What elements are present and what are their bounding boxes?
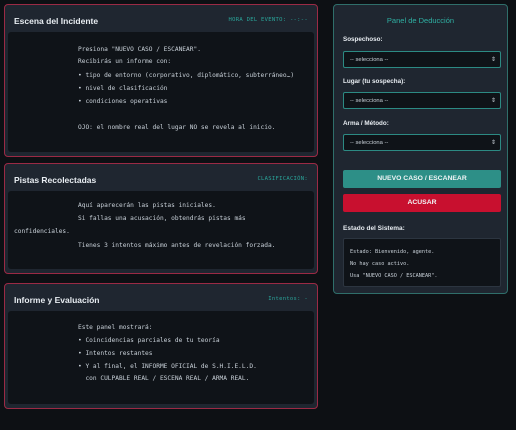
scene-title: Escena del Incidente xyxy=(14,16,99,26)
report-line: • Coincidencias parciales de tu teoría xyxy=(78,337,220,344)
place-select[interactable]: -- selecciona -- ⇕ xyxy=(343,92,501,109)
scene-line: Recibirás un informe con: xyxy=(78,58,172,65)
clues-line: Aquí aparecerán las pistas iniciales. xyxy=(78,202,216,209)
attempts-label: Intentos: - xyxy=(268,296,308,302)
status-line: No hay caso activo. xyxy=(350,261,410,267)
report-line: con CULPABLE REAL / ESCENA REAL / ARMA R… xyxy=(78,375,250,382)
chevron-updown-icon: ⇕ xyxy=(490,57,496,63)
weapon-label: Arma / Método: xyxy=(343,120,389,127)
deduction-panel: Panel de Deducción Sospechoso: -- selecc… xyxy=(333,4,508,294)
chevron-updown-icon: ⇕ xyxy=(490,140,496,146)
place-select-value: -- selecciona -- xyxy=(350,98,389,104)
accuse-button[interactable]: ACUSAR xyxy=(343,194,501,212)
report-line: • Intentos restantes xyxy=(78,350,153,357)
weapon-select-value: -- selecciona -- xyxy=(350,140,389,146)
clues-line: Si fallas una acusación, obtendrás pista… xyxy=(78,215,246,222)
system-status-label: Estado del Sistema: xyxy=(343,225,405,232)
report-line: • Y al final, el INFORME OFICIAL de S.H.… xyxy=(78,363,257,370)
system-status-box: Estado: Bienvenido, agente. No hay caso … xyxy=(343,238,501,287)
suspect-label: Sospechoso: xyxy=(343,36,383,43)
new-case-button[interactable]: NUEVO CASO / ESCANEAR xyxy=(343,170,501,188)
report-line: Este panel mostrará: xyxy=(78,324,153,331)
suspect-select-value: -- selecciona -- xyxy=(350,57,389,63)
report-title: Informe y Evaluación xyxy=(14,295,100,305)
clues-line: confidenciales. xyxy=(14,228,70,235)
clues-panel: Pistas Recolectadas CLASIFICACIÓN: Aquí … xyxy=(4,163,318,274)
clues-text-area: Aquí aparecerán las pistas iniciales. Si… xyxy=(8,191,314,269)
scene-line: • condiciones operativas xyxy=(78,98,168,105)
weapon-select[interactable]: -- selecciona -- ⇕ xyxy=(343,134,501,151)
scene-line: • tipo de entorno (corporativo, diplomát… xyxy=(78,72,295,79)
suspect-select[interactable]: -- selecciona -- ⇕ xyxy=(343,51,501,68)
scene-line: Presiona "NUEVO CASO / ESCANEAR". xyxy=(78,46,201,53)
report-panel: Informe y Evaluación Intentos: - Este pa… xyxy=(4,283,318,409)
status-line: Estado: Bienvenido, agente. xyxy=(350,249,435,255)
place-label: Lugar (tu sospecha): xyxy=(343,78,406,85)
clues-title: Pistas Recolectadas xyxy=(14,175,97,185)
deduction-title: Panel de Deducción xyxy=(386,16,455,25)
scene-panel: Escena del Incidente HORA DEL EVENTO: --… xyxy=(4,4,318,157)
scene-text-area: Presiona "NUEVO CASO / ESCANEAR". Recibi… xyxy=(8,32,314,152)
clues-line: Tienes 3 intentos máximo antes de revela… xyxy=(78,242,276,249)
event-time-label: HORA DEL EVENTO: --:-- xyxy=(228,17,308,23)
scene-line: • nivel de clasificación xyxy=(78,85,168,92)
status-line: Usa "NUEVO CASO / ESCANEAR". xyxy=(350,273,438,279)
chevron-updown-icon: ⇕ xyxy=(490,98,496,104)
scene-line: OJO: el nombre real del lugar NO se reve… xyxy=(78,124,276,131)
report-text-area: Este panel mostrará: • Coincidencias par… xyxy=(8,311,314,404)
classification-label: CLASIFICACIÓN: xyxy=(257,176,308,182)
